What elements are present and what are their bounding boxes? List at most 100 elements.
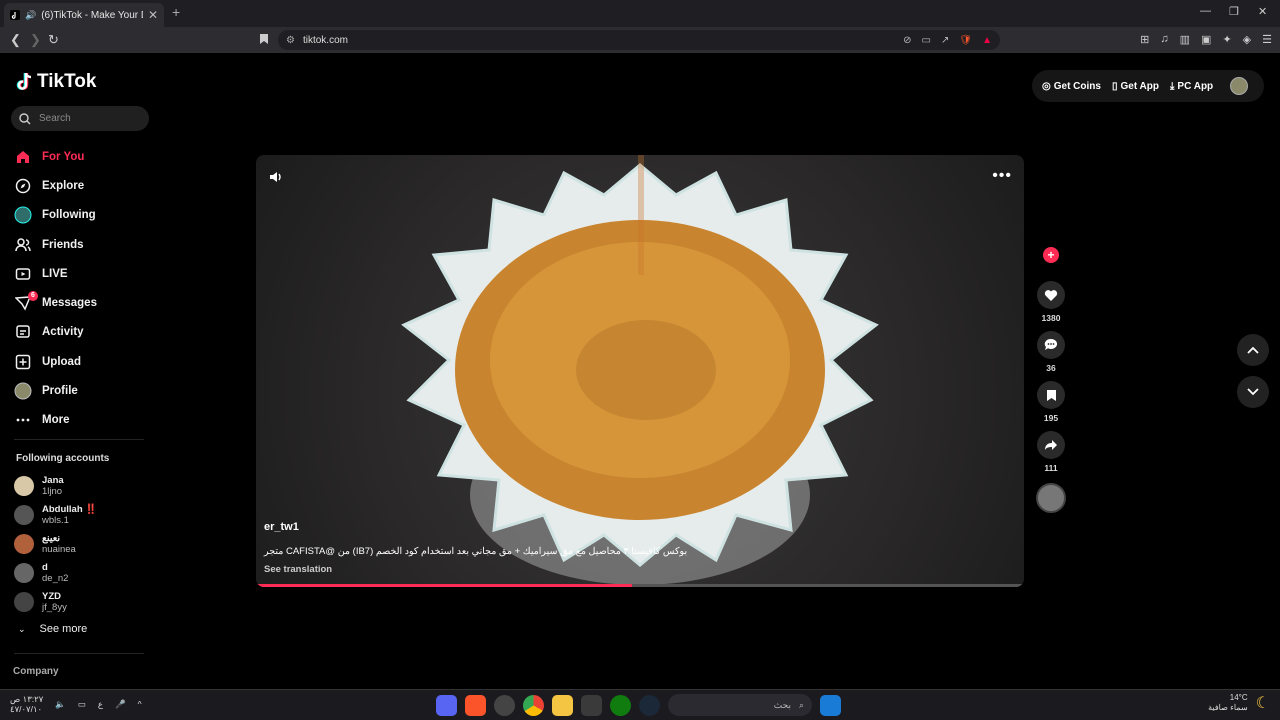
comment-count: 36	[1046, 363, 1056, 373]
cast-icon[interactable]: ▭	[922, 35, 931, 46]
wallet-icon[interactable]: ▣	[1201, 33, 1211, 46]
speaker-icon[interactable]: 🔈	[55, 699, 66, 710]
url-icons: ⊘ ▭ ↗ 🛡 ▲	[903, 30, 992, 50]
avatar	[14, 533, 34, 554]
sidebar-icon[interactable]: ▥	[1180, 33, 1190, 46]
get-coins-button[interactable]: ◎ Get Coins	[1042, 81, 1101, 92]
tab-search-icon[interactable]: ⊞	[1140, 33, 1149, 46]
browser-tab[interactable]: 🔊 (6)TikTok - Make Your Day ✕	[4, 3, 164, 27]
sidebar-item-more[interactable]: More	[14, 406, 154, 435]
media-icon[interactable]: ♫	[1160, 33, 1168, 46]
reload-icon[interactable]: ↻	[48, 32, 59, 48]
save-button[interactable]	[1037, 381, 1065, 409]
sidebar-item-friends[interactable]: Friends	[14, 230, 154, 259]
maximize-icon[interactable]: ❐	[1229, 5, 1239, 18]
site-settings-icon[interactable]: ⚙	[286, 35, 295, 46]
see-translation-link[interactable]: See translation	[264, 564, 332, 575]
next-video-button[interactable]	[1237, 376, 1269, 408]
sidebar-item-messages[interactable]: 6 Messages	[14, 288, 154, 317]
audio-icon[interactable]: 🔊	[25, 10, 36, 21]
xbox-icon[interactable]	[610, 694, 631, 716]
rewards-icon[interactable]: ▲	[982, 35, 992, 46]
upload-icon	[14, 353, 32, 371]
brave-shields-icon[interactable]: 🛡	[959, 35, 972, 46]
clock[interactable]: ١٣:٢٧ ص ٤٧/٠٧/١٠	[10, 694, 43, 714]
search-input[interactable]	[39, 113, 139, 124]
divider	[14, 653, 144, 654]
video-progress-bar[interactable]	[256, 584, 1024, 587]
user-avatar[interactable]	[1230, 77, 1249, 95]
chevron-up-icon	[1247, 346, 1259, 354]
following-account[interactable]: d de_n2	[14, 559, 97, 588]
music-disc-avatar[interactable]	[1036, 483, 1066, 513]
account-names: Jana 1ljno	[42, 475, 64, 497]
video-actions: + 1380 36 195 111	[1036, 247, 1066, 513]
steam-icon[interactable]	[639, 694, 660, 716]
language-indicator[interactable]: ع	[98, 699, 103, 710]
follow-plus-button[interactable]: +	[1043, 247, 1059, 263]
more-options-icon[interactable]: •••	[992, 167, 1012, 185]
sidebar-item-activity[interactable]: Activity	[14, 318, 154, 347]
share-icon[interactable]: ↗	[941, 35, 949, 46]
previous-video-button[interactable]	[1237, 334, 1269, 366]
video-player[interactable]: ••• er_tw1 متجر CAFISTA@ من (IB7) بوكس ك…	[256, 155, 1024, 587]
get-app-button[interactable]: ▯ Get App	[1112, 81, 1159, 92]
following-account[interactable]: YZD jf_8yy	[14, 588, 97, 617]
back-icon[interactable]: ❮	[10, 32, 21, 48]
leo-ai-icon[interactable]: ✦	[1222, 33, 1231, 46]
app-icon[interactable]	[494, 694, 515, 716]
sidebar-item-following[interactable]: Following	[14, 201, 154, 230]
tab-close-icon[interactable]: ✕	[148, 8, 158, 22]
like-count: 1380	[1041, 313, 1061, 323]
brave-icon[interactable]	[465, 694, 486, 716]
sidebar-item-profile[interactable]: Profile	[14, 376, 154, 405]
search-icon[interactable]	[19, 112, 31, 125]
tray-expand-icon[interactable]: ^	[138, 699, 142, 709]
following-account[interactable]: نعينع nuainea	[14, 529, 97, 558]
volume-icon[interactable]	[268, 169, 284, 185]
company-link[interactable]: Company	[13, 666, 59, 677]
bookmark-icon[interactable]	[259, 33, 269, 45]
comment-icon	[1044, 338, 1058, 350]
store-icon[interactable]	[581, 694, 602, 716]
chrome-icon[interactable]	[523, 694, 544, 716]
following-account[interactable]: Jana 1ljno	[14, 471, 97, 500]
discord-icon[interactable]	[436, 694, 457, 716]
file-explorer-icon[interactable]	[552, 694, 573, 716]
vpn-icon[interactable]: ◈	[1243, 33, 1251, 46]
tiktok-logo[interactable]: TikTok	[16, 71, 96, 93]
window-close-icon[interactable]: ✕	[1258, 5, 1267, 18]
network-icon[interactable]: ▭	[78, 699, 86, 710]
account-username: wbls.1	[42, 514, 69, 526]
microphone-icon[interactable]: 🎤	[115, 699, 126, 710]
address-bar[interactable]: ⚙ tiktok.com ⊘ ▭ ↗ 🛡 ▲	[278, 30, 1000, 50]
minimize-icon[interactable]: —	[1200, 5, 1211, 17]
home-icon	[14, 148, 32, 166]
search-box[interactable]	[11, 106, 149, 131]
sidebar-item-explore[interactable]: Explore	[14, 171, 154, 200]
account-names: d de_n2	[42, 562, 68, 584]
video-author[interactable]: er_tw1	[264, 521, 299, 533]
start-icon[interactable]	[820, 694, 841, 716]
sidebar-item-upload[interactable]: Upload	[14, 347, 154, 376]
logo-text: TikTok	[37, 71, 97, 92]
top-actions-bar: ◎ Get Coins ▯ Get App ⤓ PC App	[1032, 70, 1264, 102]
sidebar-item-for-you[interactable]: For You	[14, 142, 154, 171]
notification-badge: 6	[28, 291, 38, 302]
following-account[interactable]: Abdullah ‼️ wbls.1	[14, 500, 97, 529]
avatar	[14, 563, 34, 584]
sidebar-item-live[interactable]: LIVE	[14, 259, 154, 288]
taskbar-search[interactable]: بحث ⌕	[668, 694, 812, 716]
taskbar-tray-left: ١٣:٢٧ ص ٤٧/٠٧/١٠ 🔈 ▭ ع 🎤 ^	[10, 694, 142, 714]
account-name: d	[42, 562, 48, 574]
pc-app-button[interactable]: ⤓ PC App	[1170, 81, 1213, 92]
like-button[interactable]	[1037, 281, 1065, 309]
new-tab-button[interactable]: +	[172, 4, 180, 20]
forward-icon[interactable]: ❯	[30, 32, 41, 48]
no-track-icon[interactable]: ⊘	[903, 35, 911, 46]
share-button[interactable]	[1037, 431, 1065, 459]
taskbar-weather[interactable]: 14°C سماء صافية ☾	[1208, 693, 1270, 713]
comment-button[interactable]	[1037, 331, 1065, 359]
menu-icon[interactable]: ☰	[1262, 33, 1272, 46]
see-more-button[interactable]: ⌄ See more	[18, 623, 87, 635]
